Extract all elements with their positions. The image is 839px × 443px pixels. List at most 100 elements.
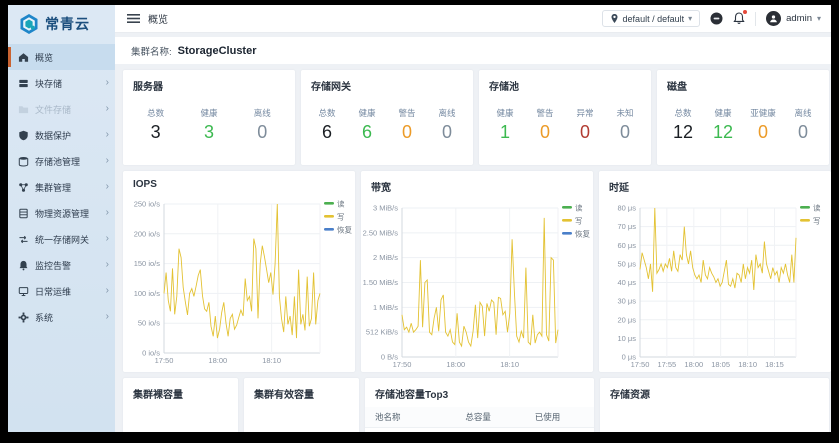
- latency-series-line: [640, 208, 796, 292]
- svg-text:50 μs: 50 μs: [618, 259, 637, 268]
- sidebar-item-label: 监控告警: [35, 259, 71, 272]
- svg-text:50 io/s: 50 io/s: [138, 319, 160, 328]
- svg-text:30 μs: 30 μs: [618, 297, 637, 306]
- sidebar-item-system[interactable]: 系统›: [8, 304, 115, 330]
- stat-metric: 总数6: [313, 107, 341, 143]
- sidebar-item-daily-ops[interactable]: 日常运维›: [8, 278, 115, 304]
- gear-icon: [18, 312, 29, 323]
- chart-title: 时延: [599, 171, 831, 198]
- svg-text:40 μs: 40 μs: [618, 278, 637, 287]
- stat-value: 3: [142, 122, 170, 143]
- server-icon: [18, 208, 29, 219]
- stat-metric: 健康3: [195, 107, 223, 143]
- chevron-right-icon: ›: [106, 234, 109, 244]
- stat-label: 健康: [491, 107, 519, 119]
- card-title: 集群有效容量: [244, 378, 359, 405]
- cluster-name-bar: 集群名称: StorageCluster: [115, 37, 831, 64]
- sidebar-item-label: 存储池管理: [35, 155, 80, 168]
- legend-swatch: [324, 202, 334, 205]
- sidebar-item-cluster-management[interactable]: 集群管理›: [8, 174, 115, 200]
- sidebar-item-data-protection[interactable]: 数据保护›: [8, 122, 115, 148]
- table-cell: StoragePool: [365, 428, 455, 433]
- svg-text:18:10: 18:10: [500, 360, 519, 369]
- table-header: 池名称: [365, 407, 455, 428]
- sidebar-item-label: 统一存储网关: [35, 233, 89, 246]
- latency-chart: 0 μs10 μs20 μs30 μs40 μs50 μs60 μs70 μs8…: [599, 198, 831, 373]
- svg-text:3 MiB/s: 3 MiB/s: [373, 204, 398, 213]
- tasks-icon[interactable]: [710, 12, 723, 25]
- sidebar-item-monitoring-alerts[interactable]: 监控告警 ›: [8, 252, 115, 278]
- main-area: 概览 default / default ▾: [115, 5, 831, 432]
- svg-text:150 io/s: 150 io/s: [134, 259, 161, 268]
- stat-label: 总数: [313, 107, 341, 119]
- notifications-icon[interactable]: [733, 12, 745, 25]
- sidebar-item-pool-management[interactable]: 存储池管理›: [8, 148, 115, 174]
- stat-value: 12: [669, 122, 697, 143]
- stat-metric: 警告0: [531, 107, 559, 143]
- table-row[interactable]: StoragePool43.7 TiB3.20 TiB: [365, 428, 594, 433]
- stat-value: 0: [611, 122, 639, 143]
- stat-metric: 离线0: [433, 107, 461, 143]
- raw-capacity-card: 集群裸容量: [123, 378, 238, 432]
- notification-badge-dot: [743, 10, 747, 14]
- card-title: 存储池: [479, 70, 651, 97]
- stat-label: 未知: [611, 107, 639, 119]
- card-title: 存储网关: [301, 70, 473, 97]
- card-title: 集群裸容量: [123, 378, 238, 405]
- svg-text:2.50 MiB/s: 2.50 MiB/s: [363, 228, 399, 237]
- svg-text:1 MiB/s: 1 MiB/s: [373, 303, 398, 312]
- svg-text:250 io/s: 250 io/s: [134, 200, 161, 209]
- chevron-right-icon: ›: [106, 104, 109, 114]
- legend-label: 写: [337, 213, 345, 222]
- svg-text:17:50: 17:50: [155, 356, 174, 365]
- sidebar-item-label: 集群管理: [35, 181, 71, 194]
- sidebar-item-file-storage[interactable]: 文件存储›: [8, 96, 115, 122]
- user-menu[interactable]: admin ▾: [766, 11, 821, 26]
- stat-label: 离线: [248, 107, 276, 119]
- username: admin: [786, 13, 812, 24]
- stat-label: 总数: [669, 107, 697, 119]
- sidebar-item-unified-gateway[interactable]: 统一存储网关 ›: [8, 226, 115, 252]
- legend-label: 写: [813, 217, 821, 226]
- sidebar-item-label: 物理资源管理: [35, 207, 89, 220]
- chevron-right-icon: ›: [106, 260, 109, 270]
- storage-resources-card: 存储资源: [600, 378, 829, 432]
- stat-value: 0: [571, 122, 599, 143]
- sidebar-collapse-icon[interactable]: [127, 13, 140, 24]
- pool-top3-card: 存储池容量Top3 池名称总容量已使用StoragePool43.7 TiB3.…: [365, 378, 594, 432]
- stat-label: 警告: [393, 107, 421, 119]
- table-cell: 43.7 TiB: [455, 428, 524, 433]
- bottom-row: 集群裸容量 集群有效容量 存储池容量Top3 池名称总容量已使用StorageP…: [123, 378, 829, 432]
- sidebar-item-physical-resources[interactable]: 物理资源管理›: [8, 200, 115, 226]
- stat-metric: 健康12: [709, 107, 737, 143]
- storage-pool-icon: [18, 156, 29, 167]
- svg-text:17:50: 17:50: [631, 360, 650, 369]
- svg-text:60 μs: 60 μs: [618, 241, 637, 250]
- stat-label: 离线: [433, 107, 461, 119]
- stat-metric: 总数 3: [142, 107, 170, 143]
- cluster-icon: [18, 182, 29, 193]
- sidebar-item-label: 概览: [35, 51, 53, 64]
- svg-text:18:15: 18:15: [765, 360, 784, 369]
- legend-label: 恢复: [337, 225, 352, 235]
- table-header: 总容量: [455, 407, 524, 428]
- sidebar-item-block-storage[interactable]: 块存储›: [8, 70, 115, 96]
- cluster-selector[interactable]: default / default ▾: [602, 10, 701, 27]
- stat-metric: 亚健康0: [749, 107, 777, 143]
- stat-metric: 健康6: [353, 107, 381, 143]
- legend-swatch: [800, 206, 810, 209]
- alarm-bell-icon: [18, 260, 29, 271]
- table-cell: 3.20 TiB: [525, 428, 594, 433]
- stats-row: 服务器总数3健康3离线0存储网关总数6健康6警告0离线0存储池健康1警告0异常0…: [123, 70, 829, 165]
- stat-label: 总数: [142, 107, 170, 119]
- stat-metric: 警告0: [393, 107, 421, 143]
- sidebar-item-label: 日常运维: [35, 285, 71, 298]
- sidebar-item-overview[interactable]: 概览: [8, 44, 115, 70]
- stat-card-pools: 存储池健康1警告0异常0未知0: [479, 70, 651, 165]
- stat-value: 3: [195, 122, 223, 143]
- iops-chart: 0 io/s50 io/s100 io/s150 io/s200 io/s250…: [123, 194, 355, 369]
- svg-text:18:05: 18:05: [711, 360, 730, 369]
- stat-metric: 异常0: [571, 107, 599, 143]
- stat-value: 0: [789, 122, 817, 143]
- pool-top3-table: 池名称总容量已使用StoragePool43.7 TiB3.20 TiB: [365, 407, 594, 432]
